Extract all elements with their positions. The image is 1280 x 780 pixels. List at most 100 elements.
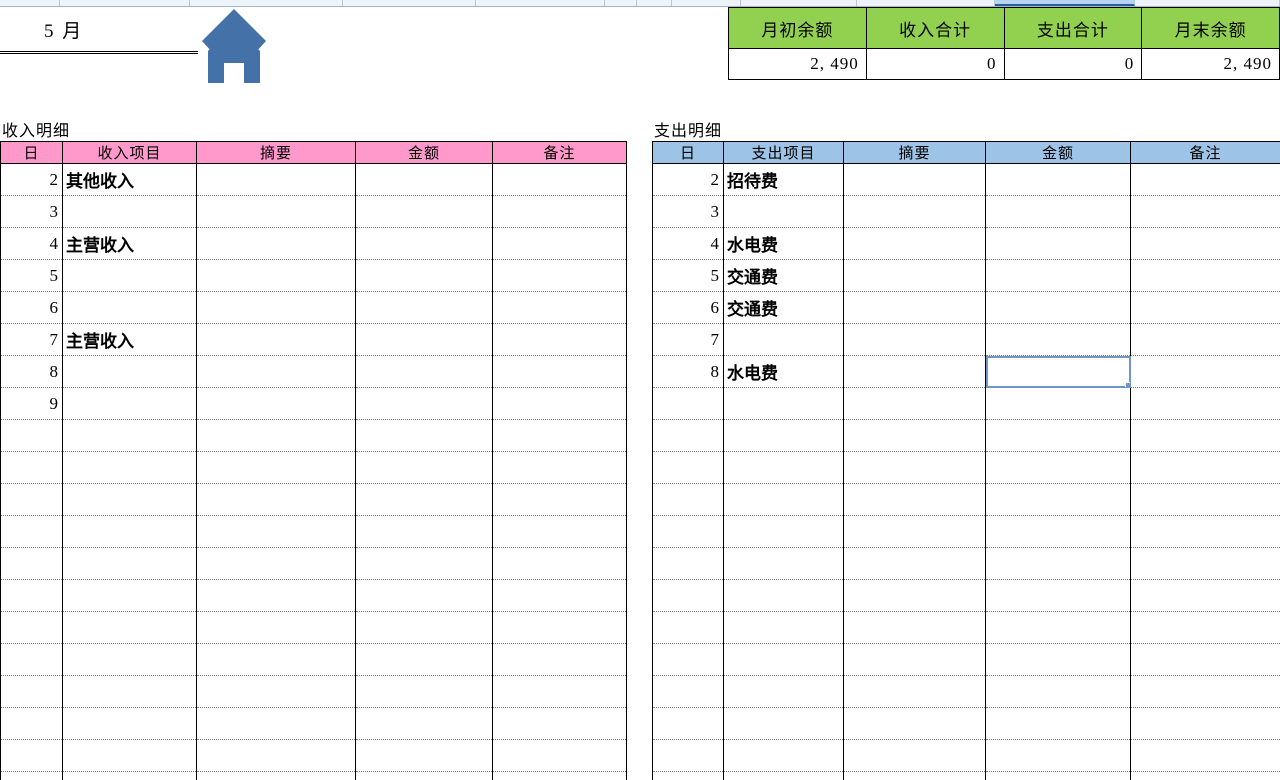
- expense-cell-memo[interactable]: [843, 163, 986, 196]
- expense-cell-memo[interactable]: [843, 195, 986, 228]
- expense-cell-item[interactable]: 交通费: [723, 291, 844, 324]
- income-cell-note[interactable]: [492, 163, 627, 196]
- income-cell-note[interactable]: [492, 547, 627, 580]
- income-cell-memo[interactable]: [196, 387, 356, 420]
- income-cell-day[interactable]: [0, 643, 63, 676]
- income-cell-day[interactable]: 5: [0, 259, 63, 292]
- income-cell-item[interactable]: [62, 579, 197, 612]
- income-cell-item[interactable]: [62, 355, 197, 388]
- expense-cell-item[interactable]: [723, 387, 844, 420]
- income-cell-amount[interactable]: [355, 163, 493, 196]
- income-cell-note[interactable]: [492, 387, 627, 420]
- summary-header-closing-balance[interactable]: 月末余额: [1141, 7, 1280, 49]
- expense-cell-note[interactable]: [1130, 227, 1280, 260]
- income-cell-amount[interactable]: [355, 323, 493, 356]
- expense-cell-item[interactable]: [723, 643, 844, 676]
- income-cell-memo[interactable]: [196, 355, 356, 388]
- column-header-10[interactable]: [994, 0, 1135, 6]
- income-cell-item[interactable]: [62, 771, 197, 780]
- income-cell-note[interactable]: [492, 483, 627, 516]
- income-cell-note[interactable]: [492, 739, 627, 772]
- expense-cell-note[interactable]: [1130, 771, 1280, 780]
- expense-cell-day[interactable]: [652, 739, 724, 772]
- expense-cell-item[interactable]: [723, 451, 844, 484]
- expense-cell-memo[interactable]: [843, 259, 986, 292]
- expense-cell-item[interactable]: 水电费: [723, 355, 844, 388]
- income-cell-amount[interactable]: [355, 291, 493, 324]
- expense-cell-item[interactable]: 招待费: [723, 163, 844, 196]
- summary-value-expense-total[interactable]: 0: [1003, 48, 1143, 80]
- income-cell-item[interactable]: [62, 547, 197, 580]
- expense-cell-day[interactable]: [652, 707, 724, 740]
- income-cell-day[interactable]: [0, 579, 63, 612]
- income-cell-amount[interactable]: [355, 483, 493, 516]
- expense-cell-day[interactable]: 4: [652, 227, 724, 260]
- income-cell-memo[interactable]: [196, 291, 356, 324]
- income-cell-note[interactable]: [492, 579, 627, 612]
- column-header-6[interactable]: [636, 0, 673, 6]
- expense-cell-note[interactable]: [1130, 259, 1280, 292]
- income-cell-note[interactable]: [492, 707, 627, 740]
- expense-cell-memo[interactable]: [843, 739, 986, 772]
- income-cell-item[interactable]: [62, 483, 197, 516]
- income-cell-item[interactable]: [62, 291, 197, 324]
- expense-cell-day[interactable]: 3: [652, 195, 724, 228]
- expense-header-amount[interactable]: 金额: [985, 141, 1131, 164]
- income-cell-memo[interactable]: [196, 483, 356, 516]
- income-cell-item[interactable]: [62, 259, 197, 292]
- expense-cell-note[interactable]: [1130, 739, 1280, 772]
- income-cell-note[interactable]: [492, 259, 627, 292]
- expense-cell-memo[interactable]: [843, 483, 986, 516]
- income-cell-note[interactable]: [492, 771, 627, 780]
- expense-cell-memo[interactable]: [843, 323, 986, 356]
- expense-cell-note[interactable]: [1130, 675, 1280, 708]
- expense-cell-memo[interactable]: [843, 579, 986, 612]
- expense-cell-day[interactable]: 7: [652, 323, 724, 356]
- income-cell-amount[interactable]: [355, 675, 493, 708]
- income-cell-day[interactable]: [0, 419, 63, 452]
- income-cell-memo[interactable]: [196, 579, 356, 612]
- income-cell-day[interactable]: 2: [0, 163, 63, 196]
- income-cell-amount[interactable]: [355, 227, 493, 260]
- expense-cell-note[interactable]: [1130, 355, 1280, 388]
- income-cell-amount[interactable]: [355, 579, 493, 612]
- expense-cell-note[interactable]: [1130, 163, 1280, 196]
- expense-cell-day[interactable]: [652, 451, 724, 484]
- income-cell-memo[interactable]: [196, 643, 356, 676]
- expense-cell-note[interactable]: [1130, 419, 1280, 452]
- income-cell-day[interactable]: 4: [0, 227, 63, 260]
- column-header-11[interactable]: [1134, 0, 1280, 6]
- income-cell-amount[interactable]: [355, 387, 493, 420]
- expense-cell-item[interactable]: [723, 579, 844, 612]
- expense-cell-day[interactable]: [652, 611, 724, 644]
- income-cell-day[interactable]: [0, 771, 63, 780]
- income-header-day[interactable]: 日: [0, 141, 63, 164]
- expense-cell-amount[interactable]: [985, 675, 1131, 708]
- income-cell-item[interactable]: [62, 707, 197, 740]
- income-cell-memo[interactable]: [196, 163, 356, 196]
- expense-cell-day[interactable]: [652, 419, 724, 452]
- expense-cell-memo[interactable]: [843, 707, 986, 740]
- column-header-0[interactable]: [0, 0, 60, 6]
- expense-cell-day[interactable]: [652, 675, 724, 708]
- expense-active-cell[interactable]: [985, 355, 1131, 388]
- income-header-amount[interactable]: 金额: [355, 141, 493, 164]
- income-cell-memo[interactable]: [196, 675, 356, 708]
- income-cell-item[interactable]: [62, 195, 197, 228]
- expense-cell-memo[interactable]: [843, 291, 986, 324]
- expense-cell-day[interactable]: [652, 771, 724, 780]
- expense-cell-day[interactable]: 2: [652, 163, 724, 196]
- income-cell-note[interactable]: [492, 643, 627, 676]
- expense-header-item[interactable]: 支出项目: [723, 141, 844, 164]
- income-cell-memo[interactable]: [196, 515, 356, 548]
- income-cell-day[interactable]: 8: [0, 355, 63, 388]
- income-cell-day[interactable]: 7: [0, 323, 63, 356]
- expense-cell-day[interactable]: 6: [652, 291, 724, 324]
- income-cell-amount[interactable]: [355, 451, 493, 484]
- expense-cell-note[interactable]: [1130, 515, 1280, 548]
- expense-header-note[interactable]: 备注: [1130, 141, 1280, 164]
- expense-cell-item[interactable]: [723, 483, 844, 516]
- column-header-8[interactable]: [741, 0, 858, 6]
- expense-cell-note[interactable]: [1130, 291, 1280, 324]
- income-cell-amount[interactable]: [355, 259, 493, 292]
